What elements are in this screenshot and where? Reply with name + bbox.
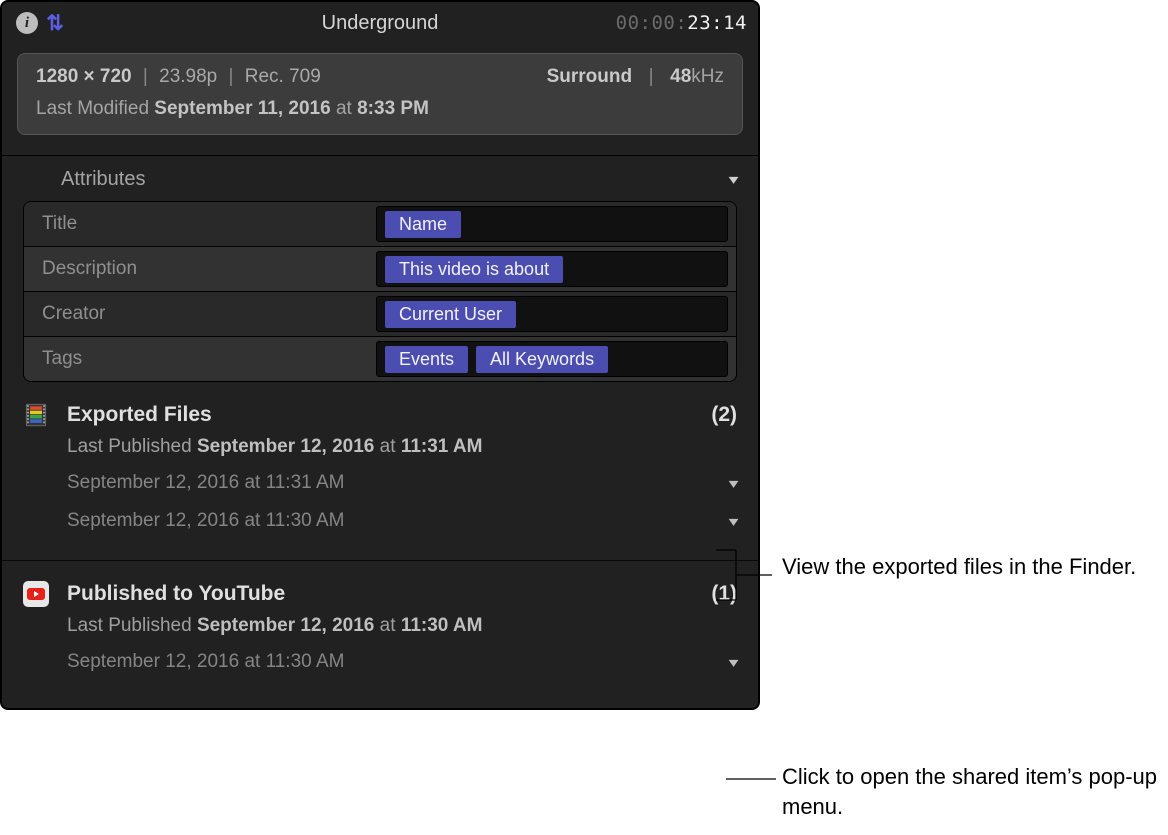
last-modified-at: at: [336, 98, 352, 119]
attr-row-description: Description This video is about: [24, 246, 736, 291]
attr-description-value[interactable]: This video is about: [376, 251, 728, 287]
resolution: 1280 × 720: [36, 66, 132, 88]
attr-row-tags: Tags Events All Keywords: [24, 336, 736, 381]
callout-popup: Click to open the shared item’s pop-up m…: [782, 762, 1168, 821]
youtube-item-1[interactable]: September 12, 2016 at 11:30 AM ▾: [23, 643, 737, 681]
chevron-down-icon: ▾: [729, 171, 739, 188]
attributes-table: Title Name Description This video is abo…: [23, 201, 737, 382]
exported-item-1[interactable]: September 12, 2016 at 11:31 AM ▾: [23, 464, 737, 502]
exported-files-header: Exported Files (2): [23, 402, 737, 428]
media-info-box: 1280 × 720 | 23.98p | Rec. 709 Surround …: [17, 53, 743, 135]
token-name[interactable]: Name: [385, 211, 461, 238]
youtube-header: Published to YouTube (1): [23, 581, 737, 607]
attr-tags-value[interactable]: Events All Keywords: [376, 341, 728, 377]
youtube-last-published: Last Published September 12, 2016 at 11:…: [23, 607, 737, 643]
attributes-label: Attributes: [61, 168, 145, 191]
chevron-down-icon[interactable]: ▾: [729, 475, 739, 492]
youtube-icon: [23, 581, 49, 607]
attr-creator-value[interactable]: Current User: [376, 296, 728, 332]
frame-rate: 23.98p: [159, 66, 217, 88]
token-creator[interactable]: Current User: [385, 301, 516, 328]
attr-tags-label: Tags: [24, 348, 376, 370]
token-all-keywords[interactable]: All Keywords: [476, 346, 608, 373]
attr-title-value[interactable]: Name: [376, 206, 728, 242]
attr-creator-label: Creator: [24, 303, 376, 325]
exported-files-count: (2): [711, 403, 737, 427]
youtube-item-1-label: September 12, 2016 at 11:30 AM: [67, 651, 344, 673]
sample-rate-unit: kHz: [691, 66, 724, 87]
chevron-down-icon[interactable]: ▾: [729, 654, 739, 671]
token-events[interactable]: Events: [385, 346, 468, 373]
token-description[interactable]: This video is about: [385, 256, 563, 283]
film-icon: [23, 402, 49, 428]
audio-format: Surround: [547, 66, 633, 87]
chevron-down-icon[interactable]: ▾: [729, 513, 739, 530]
leader-line: [726, 774, 776, 784]
attr-row-creator: Creator Current User: [24, 291, 736, 336]
youtube-label: Published to YouTube: [67, 582, 285, 606]
last-modified-date: September 11, 2016: [154, 98, 330, 119]
attr-description-label: Description: [24, 258, 376, 280]
callout-exported-text: View the exported files in the Finder.: [782, 552, 1136, 582]
exported-item-1-label: September 12, 2016 at 11:31 AM: [67, 472, 344, 494]
titlebar: i ⇅ Underground 00:00:23:14: [1, 1, 759, 45]
callout-exported: View the exported files in the Finder.: [782, 552, 1136, 582]
exported-files-section: Exported Files (2) Last Published Septem…: [1, 382, 759, 561]
exported-last-published: Last Published September 12, 2016 at 11:…: [23, 428, 737, 464]
last-modified-time: 8:33 PM: [357, 98, 429, 119]
leader-line: [716, 540, 780, 610]
youtube-section: Published to YouTube (1) Last Published …: [1, 561, 759, 681]
exported-item-2[interactable]: September 12, 2016 at 11:30 AM ▾: [23, 502, 737, 540]
attr-row-title: Title Name: [24, 202, 736, 246]
exported-item-2-label: September 12, 2016 at 11:30 AM: [67, 510, 344, 532]
clip-title: Underground: [1, 12, 759, 35]
callout-popup-text: Click to open the shared item’s pop-up m…: [782, 762, 1168, 821]
sample-rate-num: 48: [670, 66, 691, 87]
attr-title-label: Title: [24, 213, 376, 235]
exported-files-label: Exported Files: [67, 403, 212, 427]
color-space: Rec. 709: [245, 66, 321, 88]
attributes-header[interactable]: Attributes ▾: [1, 156, 759, 201]
share-inspector-panel: i ⇅ Underground 00:00:23:14 1280 × 720 |…: [0, 0, 760, 710]
last-modified-label: Last Modified: [36, 98, 149, 119]
